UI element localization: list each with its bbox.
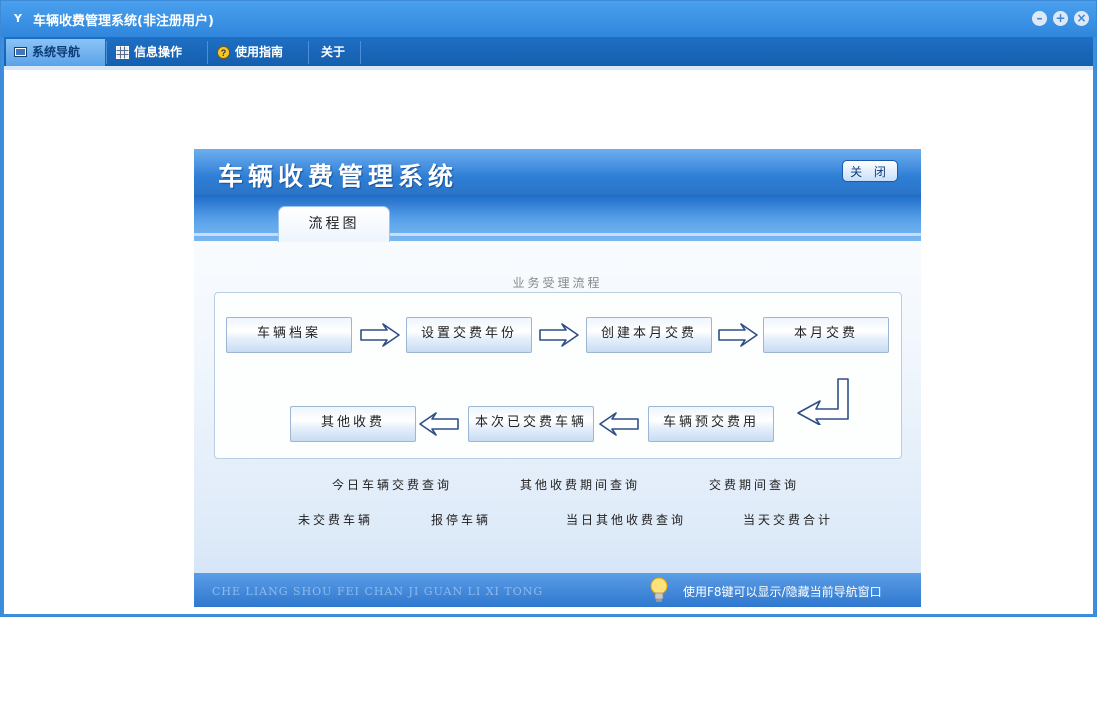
menu-bar: 系统导航 信息操作 ? 使用指南 关于	[4, 37, 1093, 66]
close-icon[interactable]: ×	[1074, 11, 1089, 26]
tab-label: 系统导航	[32, 45, 81, 59]
menu-divider	[360, 41, 361, 64]
step-vehicle-archive[interactable]: 车辆档案	[226, 317, 352, 353]
tab-user-guide[interactable]: ? 使用指南	[209, 39, 307, 66]
lightbulb-icon	[650, 577, 668, 602]
flow-caption: 业务受理流程	[512, 276, 603, 290]
step-set-payment-year[interactable]: 设置交费年份	[406, 317, 532, 353]
step-other-charges[interactable]: 其他收费	[290, 406, 416, 442]
arrow-right-icon	[360, 323, 400, 347]
tab-label: 信息操作	[134, 45, 183, 59]
panel-title: 车辆收费管理系统	[218, 162, 459, 191]
title-bar[interactable]: Y 车辆收费管理系统(非注册用户) – + ×	[1, 1, 1096, 37]
step-vehicle-prepayment[interactable]: 车辆预交费用	[648, 406, 774, 442]
step-paid-vehicles[interactable]: 本次已交费车辆	[468, 406, 594, 442]
panel-footer: CHE LIANG SHOU FEI CHAN JI GUAN LI XI TO…	[194, 573, 921, 607]
window-title: 车辆收费管理系统(非注册用户)	[33, 14, 214, 29]
svg-text:?: ?	[221, 48, 227, 58]
navigation-panel: 车辆收费管理系统 关 闭 流程图 业务受理流程 车辆档案 设置交费年份 创建本月…	[194, 149, 921, 607]
grid-icon	[116, 46, 129, 59]
footer-tip: 使用F8键可以显示/隐藏当前导航窗口	[683, 585, 882, 599]
step-monthly-payment[interactable]: 本月交费	[763, 317, 889, 353]
link-suspended-vehicles[interactable]: 报停车辆	[431, 511, 491, 528]
arrow-left-icon	[419, 412, 459, 436]
monitor-icon	[14, 47, 27, 57]
tab-about[interactable]: 关于	[310, 39, 360, 66]
close-button[interactable]: 关 闭	[842, 160, 898, 182]
arrow-right-icon	[539, 323, 579, 347]
minimize-icon[interactable]: –	[1032, 11, 1047, 26]
tab-label: 使用指南	[235, 45, 284, 59]
menu-divider	[207, 41, 208, 64]
link-today-payment-query[interactable]: 今日车辆交费查询	[332, 476, 452, 493]
tab-flowchart[interactable]: 流程图	[278, 206, 390, 242]
link-payment-period-query[interactable]: 交费期间查询	[709, 476, 799, 493]
tab-label: 关于	[321, 45, 346, 59]
menu-divider	[106, 41, 107, 64]
app-logo-icon: Y	[14, 12, 22, 25]
tab-info-operations[interactable]: 信息操作	[108, 39, 205, 66]
link-today-other-charges-query[interactable]: 当日其他收费查询	[566, 511, 686, 528]
footer-english-name: CHE LIANG SHOU FEI CHAN JI GUAN LI XI TO…	[212, 585, 544, 598]
help-icon: ?	[217, 46, 230, 59]
step-create-monthly-payment[interactable]: 创建本月交费	[586, 317, 712, 353]
arrow-right-icon	[718, 323, 758, 347]
maximize-icon[interactable]: +	[1053, 11, 1068, 26]
tab-system-navigation[interactable]: 系统导航	[6, 39, 105, 66]
link-unpaid-vehicles[interactable]: 未交费车辆	[298, 511, 373, 528]
arrow-left-icon	[599, 412, 639, 436]
link-other-charges-period-query[interactable]: 其他收费期间查询	[520, 476, 640, 493]
panel-header: 车辆收费管理系统 关 闭	[194, 149, 921, 195]
menu-divider	[308, 41, 309, 64]
link-today-payment-total[interactable]: 当天交费合计	[743, 511, 833, 528]
arrow-turn-icon	[797, 378, 849, 425]
